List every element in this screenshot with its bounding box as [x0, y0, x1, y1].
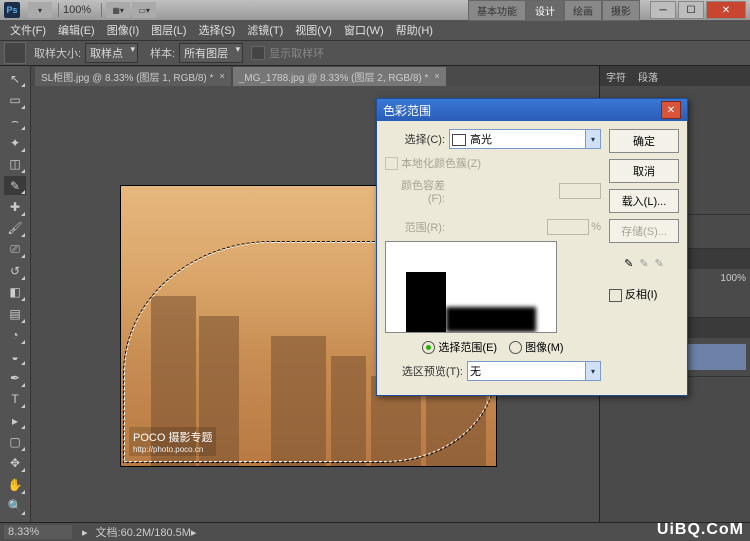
eyedropper-plus-icon[interactable]: ✎ — [639, 257, 648, 270]
move-tool[interactable]: ↖ — [4, 69, 26, 88]
mode-painting[interactable]: 绘画 — [564, 0, 602, 21]
fuzziness-input — [559, 183, 601, 199]
panel-tab-char[interactable]: 字符 — [600, 69, 632, 84]
options-bar: 取样大小: 取样点 样本: 所有图层 显示取样环 — [0, 41, 750, 66]
show-ring-checkbox[interactable] — [251, 46, 265, 60]
localize-label: 本地化颜色簇(Z) — [401, 155, 481, 171]
sample-combo[interactable]: 所有图层 — [179, 43, 243, 63]
zoom-tool[interactable]: 🔍 — [4, 497, 26, 516]
type-tool[interactable]: T — [4, 390, 26, 409]
lasso-tool[interactable]: ⌢ — [4, 112, 26, 131]
dodge-tool[interactable]: ◒ — [4, 347, 26, 366]
marquee-tool[interactable]: ▭ — [4, 90, 26, 109]
menu-file[interactable]: 文件(F) — [4, 22, 52, 38]
eyedropper-icon[interactable]: ✎ — [624, 257, 633, 270]
doc-info[interactable]: 文档:60.2M/180.5M — [96, 524, 191, 540]
document-tabs: SL柜图.jpg @ 8.33% (图层 1, RGB/8) *× _MG_17… — [31, 66, 599, 86]
maximize-button[interactable]: ☐ — [678, 1, 704, 19]
menu-help[interactable]: 帮助(H) — [390, 22, 439, 38]
invert-checkbox[interactable] — [609, 289, 622, 302]
brush-tool[interactable]: 🖌 — [4, 219, 26, 238]
doc-tab-1[interactable]: SL柜图.jpg @ 8.33% (图层 1, RGB/8) *× — [35, 67, 231, 86]
select-label: 选择(C): — [385, 131, 445, 147]
watermark: POCO 摄影专题http://photo.poco.cn — [129, 427, 216, 456]
minimize-button[interactable]: ─ — [650, 1, 676, 19]
menu-layer[interactable]: 图层(L) — [145, 22, 192, 38]
quick-select-tool[interactable]: ✦ — [4, 133, 26, 152]
close-button[interactable]: ✕ — [706, 1, 746, 19]
sample-size-combo[interactable]: 取样点 — [85, 43, 138, 63]
cancel-button[interactable]: 取消 — [609, 159, 679, 183]
close-tab-icon[interactable]: × — [219, 71, 224, 81]
path-select-tool[interactable]: ▸ — [4, 411, 26, 430]
eraser-tool[interactable]: ◧ — [4, 283, 26, 302]
sample-size-label: 取样大小: — [34, 45, 81, 61]
workspace-menu-icon[interactable]: ▾ — [28, 2, 52, 18]
history-brush-tool[interactable]: ↺ — [4, 261, 26, 280]
stamp-tool[interactable]: ⎚ — [4, 240, 26, 259]
select-combo[interactable]: 高光▾ — [449, 129, 601, 149]
radio-selection[interactable] — [422, 341, 435, 354]
arrange-icon[interactable]: ▦▾ — [106, 2, 130, 18]
brand-watermark: UiBQ.CoM — [657, 521, 744, 539]
ok-button[interactable]: 确定 — [609, 129, 679, 153]
app-titlebar: Ps ▾ 100% ▦▾ ▭▾ 基本功能 设计 绘画 摄影 ─ ☐ ✕ — [0, 0, 750, 20]
doc-tab-2[interactable]: _MG_1788.jpg @ 8.33% (图层 2, RGB/8) *× — [233, 67, 446, 86]
menu-edit[interactable]: 编辑(E) — [52, 22, 101, 38]
toolbox: ↖ ▭ ⌢ ✦ ◫ ✎ ✚ 🖌 ⎚ ↺ ◧ ▤ ◔ ◒ ✒ T ▸ ▢ ✥ ✋ … — [0, 66, 31, 541]
color-range-dialog: 色彩范围 ✕ 选择(C): 高光▾ 本地化颜色簇(Z) 颜色容差(F): 范围(… — [376, 98, 688, 396]
current-tool-icon[interactable] — [4, 42, 26, 64]
panel-tab-para[interactable]: 段落 — [632, 69, 664, 84]
zoom-field[interactable]: 8.33% — [4, 525, 72, 539]
gradient-tool[interactable]: ▤ — [4, 304, 26, 323]
eyedropper-tool[interactable]: ✎ — [4, 176, 26, 195]
dialog-close-button[interactable]: ✕ — [661, 101, 681, 119]
preview-combo[interactable]: 无▾ — [467, 361, 601, 381]
localize-checkbox — [385, 157, 398, 170]
mode-essentials[interactable]: 基本功能 — [468, 0, 526, 21]
range-input — [547, 219, 589, 235]
status-bar: 8.33% ▸ 文档:60.2M/180.5M▸ — [0, 522, 750, 541]
workspace-switcher: 基本功能 设计 绘画 摄影 — [468, 0, 640, 21]
fuzziness-label: 颜色容差(F): — [385, 177, 445, 205]
dialog-titlebar[interactable]: 色彩范围 ✕ — [377, 99, 687, 121]
menu-bar: 文件(F) 编辑(E) 图像(I) 图层(L) 选择(S) 滤镜(T) 视图(V… — [0, 20, 750, 41]
load-button[interactable]: 载入(L)... — [609, 189, 679, 213]
show-ring-label: 显示取样环 — [269, 45, 324, 61]
preview-label: 选区预览(T): — [385, 363, 463, 379]
crop-tool[interactable]: ◫ — [4, 155, 26, 174]
eyedropper-minus-icon[interactable]: ✎ — [655, 257, 664, 270]
range-label: 范围(R): — [385, 219, 445, 235]
mode-design[interactable]: 设计 — [526, 0, 564, 21]
healing-tool[interactable]: ✚ — [4, 197, 26, 216]
sample-label: 样本: — [150, 45, 175, 61]
save-button: 存储(S)... — [609, 219, 679, 243]
menu-view[interactable]: 视图(V) — [289, 22, 338, 38]
3d-tool[interactable]: ✥ — [4, 454, 26, 473]
app-logo: Ps — [4, 2, 20, 18]
pen-tool[interactable]: ✒ — [4, 368, 26, 387]
hand-tool[interactable]: ✋ — [4, 475, 26, 494]
radio-image[interactable] — [509, 341, 522, 354]
screen-mode-icon[interactable]: ▭▾ — [132, 2, 156, 18]
menu-image[interactable]: 图像(I) — [101, 22, 145, 38]
dialog-title: 色彩范围 — [383, 102, 431, 119]
mode-photography[interactable]: 摄影 — [602, 0, 640, 21]
zoom-indicator[interactable]: 100% — [63, 4, 91, 16]
selection-preview — [385, 241, 557, 333]
menu-window[interactable]: 窗口(W) — [338, 22, 390, 38]
close-tab-icon[interactable]: × — [434, 71, 439, 81]
menu-select[interactable]: 选择(S) — [193, 22, 242, 38]
menu-filter[interactable]: 滤镜(T) — [241, 22, 289, 38]
shape-tool[interactable]: ▢ — [4, 432, 26, 451]
blur-tool[interactable]: ◔ — [4, 326, 26, 345]
